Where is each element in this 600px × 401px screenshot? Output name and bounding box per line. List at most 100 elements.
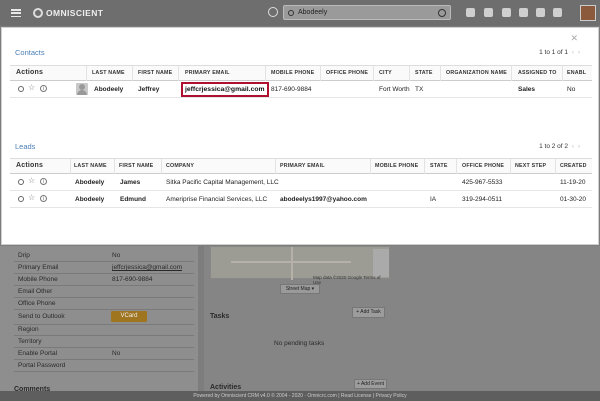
leads-title[interactable]: Leads — [15, 142, 35, 151]
column-header[interactable]: ASSIGNED TO — [518, 70, 557, 76]
cell-mobile-phone[interactable]: 817-690-9884 — [271, 86, 311, 93]
field-label: Territory — [18, 338, 42, 345]
column-divider — [562, 66, 563, 81]
email-icon[interactable] — [519, 8, 528, 17]
calendar-icon[interactable] — [502, 8, 511, 17]
grid-icon[interactable] — [553, 8, 562, 17]
cell-last-name[interactable]: Abodeely — [75, 179, 104, 186]
divider — [14, 261, 194, 262]
contact-detail-page: Drip No Primary Email jeffcrjessica@gmai… — [0, 246, 600, 393]
primary-email-link[interactable]: jeffcrjessica@gmail.com — [112, 264, 182, 271]
column-header[interactable]: FIRST NAME — [138, 70, 172, 76]
prev-page-icon[interactable]: ‹ — [572, 143, 574, 150]
column-header[interactable]: OFFICE PHONE — [326, 70, 368, 76]
cell-office-phone[interactable]: 319-294-0511 — [462, 196, 502, 203]
contacts-title[interactable]: Contacts — [15, 48, 45, 57]
table-row[interactable]: ☆ i Abodeely James Sitka Pacific Capital… — [10, 174, 592, 191]
divider — [14, 285, 194, 286]
cell-last-name[interactable]: Abodeely — [94, 86, 123, 93]
column-header[interactable]: STATE — [415, 70, 433, 76]
chat-icon[interactable] — [484, 8, 493, 17]
close-icon[interactable]: ✕ — [570, 33, 578, 44]
field-label: Portal Password — [18, 362, 66, 369]
search-icon[interactable] — [18, 179, 24, 185]
cell-first-name[interactable]: James — [120, 179, 140, 186]
star-icon[interactable]: ☆ — [28, 176, 35, 185]
column-header[interactable]: PRIMARY EMAIL — [280, 163, 325, 169]
add-task-button[interactable]: + Add Task — [352, 307, 385, 318]
prev-page-icon[interactable]: ‹ — [572, 49, 574, 56]
column-header[interactable]: STATE — [430, 163, 448, 169]
cell-created: 11-19-20 — [560, 179, 586, 186]
cell-state: IA — [430, 196, 437, 203]
info-icon[interactable]: i — [40, 178, 47, 185]
column-divider — [320, 66, 321, 81]
menu-icon[interactable] — [11, 9, 21, 17]
column-header[interactable]: ENABL — [567, 70, 586, 76]
column-header[interactable]: CREATED — [560, 163, 587, 169]
column-header: Actions — [16, 162, 44, 169]
map-type-select[interactable]: Street Map ▾ — [280, 284, 320, 294]
table-row[interactable]: ☆ i Abodeely Jeffrey jeffcrjessica@gmail… — [10, 81, 592, 98]
field-label: Enable Portal — [18, 350, 58, 357]
cell-first-name[interactable]: Edmund — [120, 196, 146, 203]
star-icon[interactable]: ☆ — [28, 83, 35, 92]
column-divider — [456, 159, 457, 174]
table-row[interactable]: ☆ i Abodeely Edmund Ameriprise Financial… — [10, 191, 592, 208]
next-page-icon[interactable]: › — [578, 143, 580, 150]
field-label: Email Other — [18, 288, 53, 295]
info-icon[interactable]: i — [40, 85, 47, 92]
clock-icon[interactable] — [268, 7, 278, 17]
brand-logo[interactable]: OMNISCIENT — [33, 8, 103, 18]
star-icon[interactable]: ☆ — [28, 193, 35, 202]
divider — [14, 324, 194, 325]
column-divider — [440, 66, 441, 81]
field-value: No — [112, 252, 121, 259]
search-input[interactable]: Abodeely — [283, 5, 451, 20]
column-header[interactable]: NEXT STEP — [515, 163, 546, 169]
search-icon[interactable] — [18, 86, 24, 92]
column-header[interactable]: OFFICE PHONE — [462, 163, 504, 169]
contacts-table: Actions LAST NAME FIRST NAME PRIMARY EMA… — [10, 65, 592, 98]
column-divider — [86, 66, 87, 81]
info-icon[interactable]: i — [40, 195, 47, 202]
divider — [14, 273, 194, 274]
cell-last-name[interactable]: Abodeely — [75, 196, 104, 203]
cell-primary-email[interactable]: jeffcrjessica@gmail.com — [181, 82, 269, 97]
column-divider — [70, 159, 71, 174]
divider — [14, 335, 194, 336]
column-header: Actions — [16, 69, 44, 76]
column-header[interactable]: LAST NAME — [74, 163, 107, 169]
clear-search-icon[interactable] — [438, 9, 446, 17]
field-label: Mobile Phone — [18, 276, 58, 283]
search-icon — [288, 9, 294, 16]
vcard-button[interactable]: VCard — [111, 311, 147, 322]
next-page-icon[interactable]: › — [578, 49, 580, 56]
map-zoom-control[interactable] — [373, 249, 389, 277]
column-header[interactable]: CITY — [379, 70, 392, 76]
cell-first-name[interactable]: Jeffrey — [138, 86, 159, 93]
divider — [14, 371, 194, 372]
column-header[interactable]: MOBILE PHONE — [271, 70, 314, 76]
search-icon[interactable] — [18, 196, 24, 202]
user-avatar[interactable] — [580, 5, 596, 21]
brand-name: OMNISCIENT — [46, 8, 104, 18]
column-header[interactable]: PRIMARY EMAIL — [185, 70, 230, 76]
column-divider — [370, 159, 371, 174]
cell-primary-email[interactable]: abodeelys1997@yahoo.com — [280, 196, 367, 203]
logo-icon — [33, 8, 43, 18]
field-label: Send to Outlook — [18, 313, 65, 320]
footer: Powered by Omniscient CRM v4.0 © 2004 - … — [0, 391, 600, 401]
tasks-heading: Tasks — [210, 313, 230, 320]
chart-icon[interactable] — [536, 8, 545, 17]
column-header[interactable]: MOBILE PHONE — [375, 163, 418, 169]
column-divider — [161, 159, 162, 174]
column-header[interactable]: LAST NAME — [92, 70, 125, 76]
cell-office-phone[interactable]: 425-967-5533 — [462, 179, 502, 186]
column-header[interactable]: COMPANY — [166, 163, 194, 169]
column-header[interactable]: FIRST NAME — [119, 163, 153, 169]
column-header[interactable]: ORGANIZATION NAME — [446, 70, 507, 76]
location-map[interactable]: Map data ©2020 Google Terms of Use — [210, 246, 390, 285]
add-event-button[interactable]: + Add Event — [354, 379, 387, 389]
cloud-icon[interactable] — [466, 8, 475, 17]
